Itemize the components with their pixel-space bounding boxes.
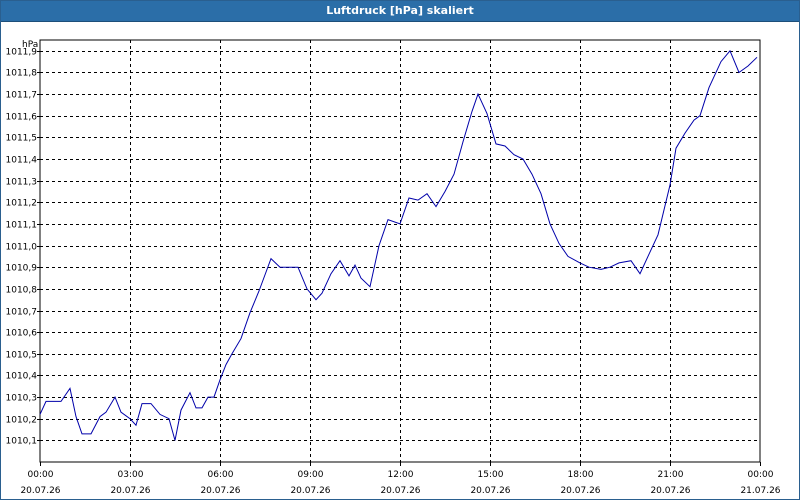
x-tick-date-label: 20.07.26 [560,486,600,496]
y-tick-label: 1011,8 [6,69,38,79]
x-tick-time-label: 21:00 [658,470,684,480]
x-tick-time-label: 00:00 [748,470,774,480]
x-tick-date-label: 20.07.26 [200,486,240,496]
y-tick-label: 1011,5 [6,134,38,144]
chart-svg: 1010,1 1010,2 1010,3 1010,4 1010,5 1010,6 1010… [6,39,781,496]
y-tick-label: 1011,2 [6,199,38,209]
x-tick-time-label: 09:00 [298,470,324,480]
x-tick-time-label: 18:00 [568,470,594,480]
y-tick-label: 1011,4 [6,156,38,166]
y-tick-label: 1011,6 [6,113,38,123]
x-tick-date-label: 20.07.26 [290,486,330,496]
y-tick-label: 1010,3 [6,394,38,404]
y-tick-label: 1011,3 [6,178,38,188]
y-tick-label: 1011,0 [6,243,38,253]
y-tick-label: 1010,9 [6,264,38,274]
x-tick-date-label: 20.07.26 [470,486,510,496]
y-tick-label: 1010,2 [6,416,38,426]
y-tick-label: 1011,7 [6,91,38,101]
x-tick-date-label: 20.07.26 [110,486,150,496]
y-axis-ticks: 1010,1 1010,2 1010,3 1010,4 1010,5 1010,6 1010… [6,48,40,447]
x-tick-time-label: 03:00 [118,470,144,480]
y-tick-label: 1011,1 [6,221,38,231]
y-tick-label: 1010,5 [6,351,38,361]
x-axis-ticks: 00:00 20.07.26 03:00 20.07.26 06:00 20.07.26 0… [20,462,781,496]
x-tick-date-label: 20.07.26 [20,486,60,496]
y-tick-label: 1010,8 [6,286,38,296]
x-tick-time-label: 15:00 [478,470,504,480]
x-tick-date-label: 21.07.26 [740,486,780,496]
y-tick-label: 1010,7 [6,308,38,318]
x-tick-date-label: 20.07.26 [380,486,420,496]
x-tick-time-label: 00:00 [28,470,54,480]
x-tick-time-label: 12:00 [388,470,414,480]
y-tick-label: 1010,6 [6,329,38,339]
y-tick-label: 1010,4 [6,372,38,382]
x-tick-time-label: 06:00 [208,470,234,480]
x-tick-date-label: 20.07.26 [650,486,690,496]
y-tick-label: 1010,1 [6,437,38,447]
y-axis-unit-label: hPa [22,40,38,50]
